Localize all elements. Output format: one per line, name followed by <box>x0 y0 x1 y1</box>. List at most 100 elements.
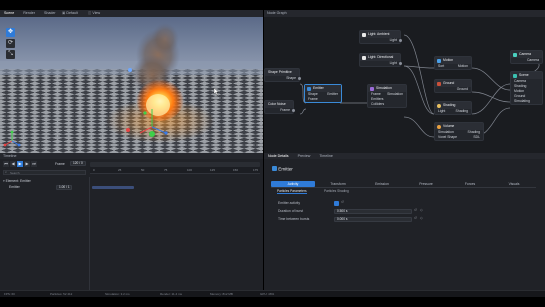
port-label: Light <box>389 38 397 42</box>
subtab-particles-parameters[interactable]: Particles Parameters <box>277 189 307 194</box>
camera-label: Default <box>66 11 78 15</box>
tick-label: 50 <box>141 168 145 172</box>
status-item: Render: 11.4 ms <box>160 292 182 296</box>
node-motion[interactable]: Motion Sort Motion <box>434 56 472 70</box>
node-title: Volume <box>443 124 455 128</box>
track-row[interactable]: ▾ Element: Emitter <box>3 179 89 184</box>
port-label: Frame <box>280 108 290 112</box>
node-emitter[interactable]: Emitter Shape Emitter Frame <box>304 84 342 103</box>
output-port[interactable] <box>399 62 402 65</box>
node-color-noise[interactable]: Color Noise Frame <box>264 100 295 114</box>
tick-label: 150 <box>233 168 239 172</box>
timeline-divider <box>89 177 90 290</box>
emitter-icon <box>272 166 277 172</box>
node-shape-primitive[interactable]: Shape Primitive Shape <box>264 68 301 82</box>
keyframe-icon[interactable]: ◇ <box>420 208 423 213</box>
node-light-ambient[interactable]: Light: Ambient Light <box>359 30 402 44</box>
skip-back-icon[interactable]: ⏮ <box>3 161 9 167</box>
port-label: SDL <box>473 135 480 139</box>
node-title: Shading <box>443 103 456 107</box>
port-label: Light <box>438 109 446 113</box>
output-port[interactable] <box>292 109 295 112</box>
node-ground[interactable]: Ground Ground <box>434 79 472 93</box>
frame-input[interactable]: 120 / 0 <box>70 161 86 166</box>
timeline-ruler[interactable]: 0 25 50 75 100 125 150 175 <box>90 162 260 174</box>
status-item: Particles: 52 412 <box>50 292 73 296</box>
status-item: Memory: 812 MB <box>210 292 233 296</box>
node-title: Light: Directional <box>368 55 394 59</box>
zoom-icon[interactable]: ⤡ <box>6 50 15 59</box>
tab-timeline[interactable]: Timeline <box>315 153 336 159</box>
field-label: Emitter activity <box>278 201 301 205</box>
output-port[interactable] <box>298 77 301 80</box>
field-label: Time between bursts <box>278 217 310 221</box>
camera-dropdown[interactable]: ▣ Default <box>62 10 78 17</box>
tab-preview[interactable]: Preview <box>294 153 315 159</box>
tick-label: 100 <box>187 168 193 172</box>
tab-scene[interactable]: Scene <box>0 10 18 17</box>
step-back-icon[interactable]: ◀ <box>10 161 16 167</box>
light-icon <box>362 32 366 37</box>
time-between-bursts-input[interactable]: 0.000 s <box>334 217 412 222</box>
reset-icon[interactable]: ↺ <box>414 216 417 221</box>
port-label: Colliders <box>371 102 385 106</box>
node-name: Emitter <box>278 166 293 172</box>
port-label: Shading <box>455 109 468 113</box>
duration-of-burst-input[interactable]: 0.500 s <box>334 209 412 214</box>
tick-label: 0 <box>93 168 95 172</box>
tick-label: 75 <box>164 168 168 172</box>
reset-icon[interactable]: ↺ <box>341 200 344 205</box>
port-label: Ground <box>514 94 526 98</box>
simulation-icon <box>370 86 374 91</box>
node-simulation[interactable]: Simulation Frame Simulation Emitters Coll… <box>367 84 407 108</box>
reset-icon[interactable]: ↺ <box>414 208 417 213</box>
status-bar: FPS: 60 Particles: 52 412 Simulation: 3.… <box>0 290 545 297</box>
chevron-down-icon[interactable]: ▾ <box>3 179 5 183</box>
orbit-icon[interactable]: ⟳ <box>6 39 15 48</box>
port-label: Frame <box>308 97 318 101</box>
tick-label: 125 <box>210 168 216 172</box>
tab-shader[interactable]: Shader <box>40 10 60 17</box>
track-clip[interactable] <box>92 186 134 189</box>
node-shading[interactable]: Shading Light Shading <box>434 101 472 115</box>
track-search[interactable]: ⌕ Search <box>3 170 86 175</box>
tab-render[interactable]: Render <box>19 10 39 17</box>
view-dropdown[interactable]: ◫ View <box>88 10 100 17</box>
port-label: Motion <box>457 64 468 68</box>
node-heading: Emitter <box>272 166 293 172</box>
track-row[interactable]: Emitter 1.00 / 1 <box>3 185 89 190</box>
skip-forward-icon[interactable]: ⏭ <box>31 161 37 167</box>
scene-panel: Scene Render Shader ▣ Default ◫ View ✥ ⟳… <box>0 10 263 153</box>
transport-controls: ⏮ ◀ ▶ ▶ ⏭ <box>3 161 37 167</box>
track-value[interactable]: 1.00 / 1 <box>56 185 72 190</box>
view-label: View <box>92 11 101 15</box>
node-scene[interactable]: Scene Camera Shading Motion Ground Simul… <box>510 71 543 105</box>
scene-icon <box>513 73 517 78</box>
node-light-directional[interactable]: Light: Directional Light <box>359 53 402 67</box>
tab-node-details[interactable]: Node Details <box>264 153 293 159</box>
scene-header: Scene Render Shader ▣ Default ◫ View <box>0 10 263 17</box>
node-camera[interactable]: Camera Camera <box>510 50 543 64</box>
emitter-activity-toggle[interactable] <box>334 201 339 206</box>
subtab-particles-shading[interactable]: Particles Shading <box>324 189 349 193</box>
step-forward-icon[interactable]: ▶ <box>24 161 30 167</box>
port-label: Emitters <box>371 97 384 101</box>
port-label: Frame <box>371 92 381 96</box>
field-label: Duration of burst <box>278 209 304 213</box>
ground-icon <box>437 81 441 86</box>
port-label: Shading <box>514 84 527 88</box>
output-port[interactable] <box>399 39 402 42</box>
motion-icon <box>437 58 441 63</box>
light-icon <box>362 55 366 60</box>
port-label: Simulating <box>514 99 530 103</box>
node-title: Shape Primitive <box>268 70 292 74</box>
scene-viewport[interactable] <box>0 17 263 153</box>
keyframe-icon[interactable]: ◇ <box>420 216 423 221</box>
graph-wires <box>299 34 540 138</box>
timeline-panel: Timeline ⏮ ◀ ▶ ▶ ⏭ Frame 120 / 0 0 25 50… <box>0 153 263 290</box>
move-icon[interactable]: ✥ <box>6 28 15 37</box>
play-icon[interactable]: ▶ <box>17 161 23 167</box>
node-volume[interactable]: Volume Simulation Shading Voxel Shape SDL <box>434 122 484 141</box>
view-icon: ◫ <box>88 11 92 15</box>
viewport-toolbar: ✥ ⟳ ⤡ <box>6 28 16 59</box>
